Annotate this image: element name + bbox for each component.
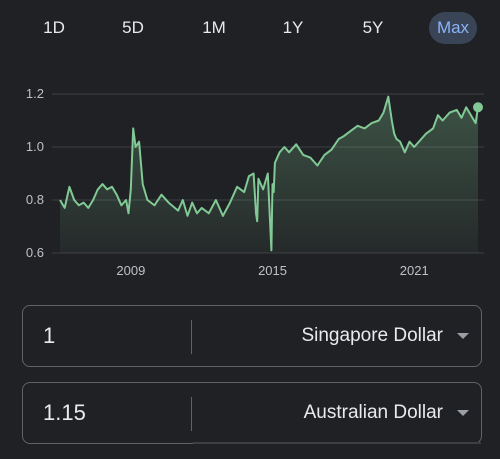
- tab-5y[interactable]: 5Y: [355, 12, 391, 44]
- y-tick-label: 0.8: [26, 192, 44, 207]
- to-currency-select[interactable]: Australian Dollar: [304, 383, 469, 443]
- dropdown-caret-icon: [457, 333, 469, 339]
- divider: [191, 320, 192, 354]
- rate-area-fill: [60, 96, 478, 253]
- tab-max[interactable]: Max: [429, 12, 477, 44]
- x-tick-label: 2015: [258, 263, 287, 278]
- y-axis-ticks: 0.6 0.8 1.0 1.2: [26, 86, 44, 260]
- y-tick-label: 1.2: [26, 86, 44, 101]
- tab-1m[interactable]: 1M: [194, 12, 234, 44]
- x-axis-ticks: 2009 2015 2021: [116, 263, 428, 278]
- field-underline: [193, 442, 481, 444]
- exchange-rate-chart[interactable]: 0.6 0.8 1.0 1.2 2009 2015 2021: [0, 56, 500, 286]
- to-amount-input[interactable]: [43, 383, 183, 443]
- to-currency-label: Australian Dollar: [303, 402, 443, 423]
- x-tick-label: 2009: [116, 263, 145, 278]
- from-currency-row: Singapore Dollar: [22, 305, 482, 367]
- y-tick-label: 1.0: [26, 139, 44, 154]
- dropdown-caret-icon: [457, 410, 469, 416]
- y-tick-label: 0.6: [26, 245, 44, 260]
- x-tick-label: 2021: [400, 263, 429, 278]
- tab-5d[interactable]: 5D: [115, 12, 151, 44]
- range-tabs: 1D 5D 1M 1Y 5Y Max: [0, 0, 500, 56]
- from-amount-input[interactable]: [43, 306, 183, 366]
- tab-1d[interactable]: 1D: [36, 12, 72, 44]
- divider: [191, 397, 192, 431]
- current-value-marker: [473, 102, 483, 113]
- from-currency-select[interactable]: Singapore Dollar: [301, 306, 469, 366]
- from-currency-label: Singapore Dollar: [301, 325, 443, 346]
- to-currency-row: Australian Dollar: [22, 382, 482, 444]
- tab-1y[interactable]: 1Y: [275, 12, 311, 44]
